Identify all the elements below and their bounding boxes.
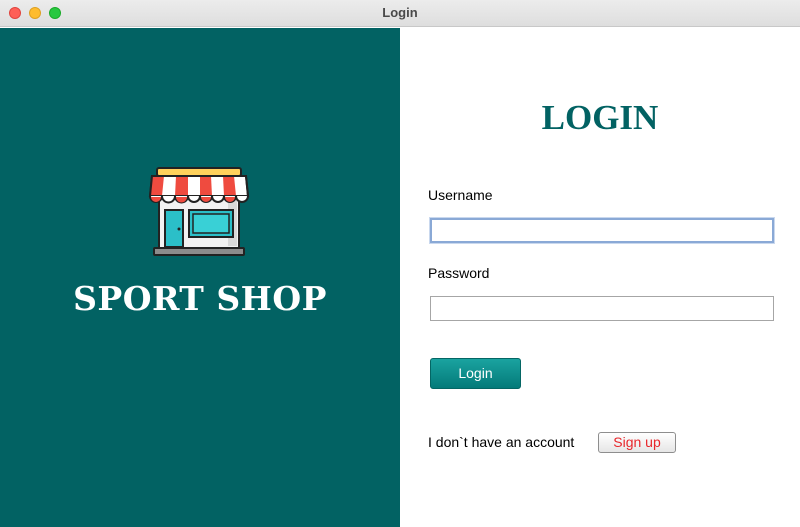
login-form-panel: LOGIN Username Password Login I don`t ha… bbox=[400, 28, 800, 527]
password-input[interactable] bbox=[430, 296, 774, 321]
shop-storefront-icon bbox=[148, 167, 250, 256]
window-title: Login bbox=[382, 5, 418, 20]
username-label: Username bbox=[428, 187, 493, 203]
login-button[interactable]: Login bbox=[430, 358, 521, 389]
title-bar: Login bbox=[0, 0, 800, 27]
login-heading: LOGIN bbox=[541, 98, 659, 137]
brand-panel: SPORT SHOP bbox=[0, 28, 400, 527]
username-input[interactable] bbox=[430, 218, 774, 243]
no-account-text: I don`t have an account bbox=[428, 434, 575, 450]
password-label: Password bbox=[428, 265, 490, 281]
brand-name: SPORT SHOP bbox=[73, 279, 327, 318]
signup-button[interactable]: Sign up bbox=[598, 432, 676, 453]
